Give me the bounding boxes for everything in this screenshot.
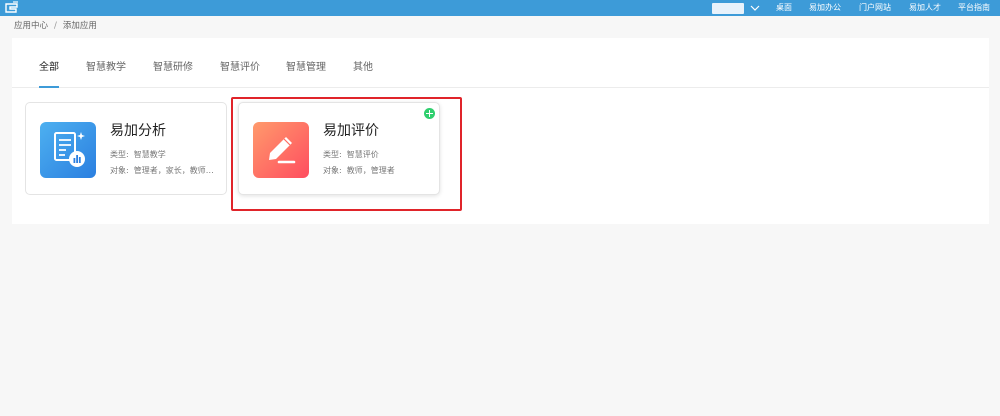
breadcrumb-add-app: 添加应用 — [62, 21, 97, 31]
tab-other[interactable]: 其他 — [353, 60, 373, 76]
type-value: 智慧教学 — [133, 150, 166, 159]
app-list-panel: 全部 智慧教学 智慧研修 智慧评价 智慧管理 其他 易加分析 类型: 智慧教学 对… — [12, 38, 989, 224]
breadcrumb: 应用中心 / 添加应用 — [14, 19, 97, 33]
type-label: 类型: — [323, 150, 342, 159]
breadcrumb-app-center[interactable]: 应用中心 — [14, 21, 48, 31]
app-logo-icon[interactable] — [4, 1, 20, 15]
app-target: 对象: 教师，管理者 — [323, 165, 395, 176]
tab-smart-teaching[interactable]: 智慧教学 — [86, 60, 126, 76]
target-label: 对象: — [323, 166, 342, 175]
active-tab-indicator — [39, 86, 59, 88]
nav-talent[interactable]: 易加人才 — [909, 0, 941, 16]
app-title: 易加分析 — [110, 123, 166, 139]
type-label: 类型: — [110, 150, 129, 159]
app-card-evaluation[interactable]: 易加评价 类型: 智慧评价 对象: 教师，管理者 — [238, 102, 440, 195]
add-circle-icon[interactable] — [424, 108, 435, 119]
target-label: 对象: — [110, 166, 129, 175]
nav-desktop[interactable]: 桌面 — [776, 0, 792, 16]
target-value: 管理者，家长，教师… — [133, 166, 214, 175]
nav-guide[interactable]: 平台指南 — [958, 0, 990, 16]
pencil-edit-icon — [253, 122, 309, 178]
analysis-report-icon — [40, 122, 96, 178]
tab-smart-research[interactable]: 智慧研修 — [153, 60, 193, 76]
tab-all[interactable]: 全部 — [39, 60, 59, 76]
app-target: 对象: 管理者，家长，教师… — [110, 165, 214, 176]
app-type: 类型: 智慧教学 — [110, 149, 166, 160]
tab-smart-evaluation[interactable]: 智慧评价 — [220, 60, 260, 76]
app-title: 易加评价 — [323, 123, 379, 139]
target-value: 教师，管理者 — [346, 166, 395, 175]
category-tabs: 全部 智慧教学 智慧研修 智慧评价 智慧管理 其他 — [12, 38, 989, 88]
chevron-down-icon[interactable] — [750, 2, 760, 14]
type-value: 智慧评价 — [346, 150, 379, 159]
tab-smart-management[interactable]: 智慧管理 — [286, 60, 326, 76]
app-type: 类型: 智慧评价 — [323, 149, 379, 160]
nav-portal[interactable]: 门户网站 — [859, 0, 891, 16]
breadcrumb-separator: / — [54, 21, 57, 31]
top-nav-bar: 桌面 易加办公 门户网站 易加人才 平台指南 — [0, 0, 1000, 16]
nav-office[interactable]: 易加办公 — [809, 0, 841, 16]
app-card-analysis[interactable]: 易加分析 类型: 智慧教学 对象: 管理者，家长，教师… — [25, 102, 227, 195]
user-name-block[interactable] — [712, 3, 744, 14]
